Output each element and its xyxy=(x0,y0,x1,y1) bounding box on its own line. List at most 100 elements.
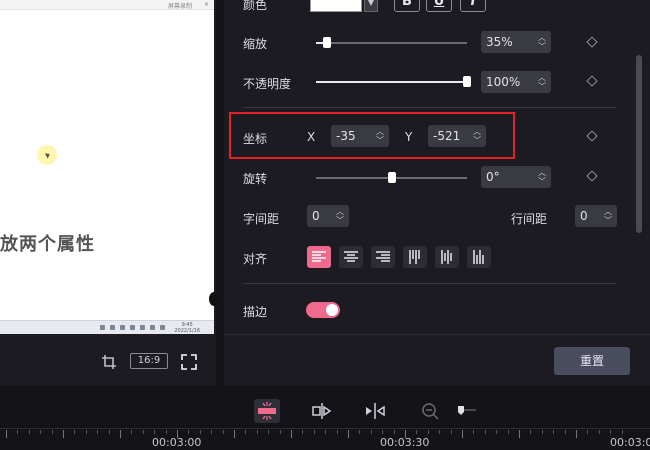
rotation-slider-thumb[interactable] xyxy=(388,172,396,183)
ruler-tick xyxy=(348,430,349,438)
fullscreen-icon[interactable] xyxy=(181,354,197,370)
ruler-tick xyxy=(496,430,497,434)
ruler-tick xyxy=(394,430,395,434)
scale-slider-thumb[interactable] xyxy=(323,37,331,48)
opacity-label: 不透明度 xyxy=(243,77,292,91)
letter-spacing-input[interactable]: 0 ︿ ﹀ xyxy=(307,205,349,227)
ruler-tick xyxy=(6,430,7,438)
ruler-tick xyxy=(416,430,417,434)
scale-input[interactable]: 35% ︿ ﹀ xyxy=(481,31,551,53)
underline-button[interactable]: U xyxy=(426,0,452,12)
preview-canvas[interactable]: 屏幕录制 ✕ 放两个属性 9:45 2022/1/16 xyxy=(0,0,214,334)
stroke-label: 描边 xyxy=(243,305,268,319)
zoom-slider-icon[interactable] xyxy=(452,399,478,423)
line-spacing-input[interactable]: 0 ︿ ﹀ xyxy=(575,205,617,227)
vertical-align-bottom-button[interactable] xyxy=(467,246,491,268)
mirror-icon[interactable] xyxy=(362,399,388,423)
ruler-tick xyxy=(542,430,543,434)
close-icon: ✕ xyxy=(204,1,210,8)
ruler-tick xyxy=(291,430,292,438)
ruler-tick xyxy=(257,430,258,434)
align-center-button[interactable] xyxy=(339,246,363,268)
stepper-arrows-icon[interactable]: ︿ ﹀ xyxy=(336,207,344,225)
position-y-input[interactable]: -521 ︿ ﹀ xyxy=(428,125,486,147)
opacity-slider-thumb[interactable] xyxy=(463,76,471,87)
letter-spacing-value: 0 xyxy=(312,209,320,223)
ruler-tick xyxy=(154,430,155,434)
line-spacing-label: 行间距 xyxy=(511,212,548,226)
ruler-tick xyxy=(565,430,566,434)
taskbar-app-icon xyxy=(110,325,115,330)
aspect-ratio-button[interactable]: 16:9 xyxy=(130,353,168,369)
ruler-tick xyxy=(530,430,531,434)
opacity-value: 100% xyxy=(486,75,521,89)
ruler-tick xyxy=(97,430,98,434)
zoom-out-icon[interactable] xyxy=(418,399,444,423)
ruler-tick xyxy=(40,430,41,434)
align-left-icon xyxy=(312,251,326,262)
ruler-tick xyxy=(211,430,212,434)
vertical-align-top-button[interactable] xyxy=(403,246,427,268)
taskbar-app-icon xyxy=(100,325,105,330)
taskbar-app-icon xyxy=(120,325,125,330)
freeze-frame-icon[interactable] xyxy=(309,399,335,423)
ruler-tick xyxy=(473,430,474,434)
time-label: 00:03:30 xyxy=(380,436,430,449)
color-swatch[interactable] xyxy=(310,0,362,12)
vertical-align-middle-button[interactable] xyxy=(435,246,459,268)
properties-scrollbar[interactable] xyxy=(636,55,642,233)
ruler-tick xyxy=(223,430,224,434)
section-divider xyxy=(243,283,617,284)
stepper-arrows-icon[interactable]: ︿ ﹀ xyxy=(473,127,481,145)
ruler-tick xyxy=(519,430,520,438)
align-label: 对齐 xyxy=(243,252,268,266)
color-label: 颜色 xyxy=(243,0,268,12)
reset-button[interactable]: 重置 xyxy=(554,347,630,375)
opacity-input[interactable]: 100% ︿ ﹀ xyxy=(481,71,551,93)
taskbar-app-icon xyxy=(140,325,145,330)
ruler-tick xyxy=(74,430,75,434)
taskbar-app-icon xyxy=(130,325,135,330)
stepper-arrows-icon[interactable]: ︿ ﹀ xyxy=(604,207,612,225)
ruler-tick xyxy=(314,430,315,434)
stroke-toggle[interactable] xyxy=(306,302,340,318)
stepper-arrows-icon[interactable]: ︿ ﹀ xyxy=(538,33,546,51)
ruler-tick xyxy=(29,430,30,434)
preview-caption-text: 放两个属性 xyxy=(0,234,95,255)
stepper-arrows-icon[interactable]: ︿ ﹀ xyxy=(376,127,384,145)
vertical-align-bottom-icon xyxy=(473,250,484,264)
ruler-tick xyxy=(439,430,440,434)
rotation-label: 旋转 xyxy=(243,172,268,186)
split-icon xyxy=(258,402,276,420)
section-divider xyxy=(243,107,617,108)
bold-button[interactable]: B xyxy=(394,0,420,12)
scale-slider-track[interactable] xyxy=(316,42,467,44)
ruler-tick xyxy=(200,430,201,434)
align-left-button[interactable] xyxy=(307,246,331,268)
italic-button[interactable]: I xyxy=(460,0,486,12)
align-center-icon xyxy=(344,251,358,262)
position-label: 坐标 xyxy=(243,132,268,146)
chevron-down-icon[interactable]: ▼ xyxy=(364,0,378,12)
split-button[interactable] xyxy=(254,399,280,423)
x-axis-label: X xyxy=(307,130,316,144)
ruler-tick xyxy=(485,430,486,434)
stepper-arrows-icon[interactable]: ︿ ﹀ xyxy=(538,73,546,91)
ruler-tick xyxy=(622,430,623,434)
stepper-arrows-icon[interactable]: ︿ ﹀ xyxy=(538,168,546,186)
ruler-tick xyxy=(131,430,132,434)
position-x-input[interactable]: -35 ︿ ﹀ xyxy=(331,125,389,147)
ruler-tick xyxy=(143,430,144,434)
rotation-input[interactable]: 0° ︿ ﹀ xyxy=(481,166,551,188)
taskbar-app-icon xyxy=(160,325,165,330)
align-right-button[interactable] xyxy=(371,246,395,268)
letter-spacing-label: 字间距 xyxy=(243,212,280,226)
taskbar-clock: 9:45 2022/1/16 xyxy=(174,322,200,334)
scale-label: 缩放 xyxy=(243,37,268,51)
crop-icon[interactable] xyxy=(101,354,117,370)
taskbar-app-icon xyxy=(150,325,155,330)
preview-resize-handle[interactable] xyxy=(209,292,219,306)
ruler-tick xyxy=(462,430,463,438)
ruler-tick xyxy=(280,430,281,434)
ruler-tick xyxy=(610,430,611,434)
